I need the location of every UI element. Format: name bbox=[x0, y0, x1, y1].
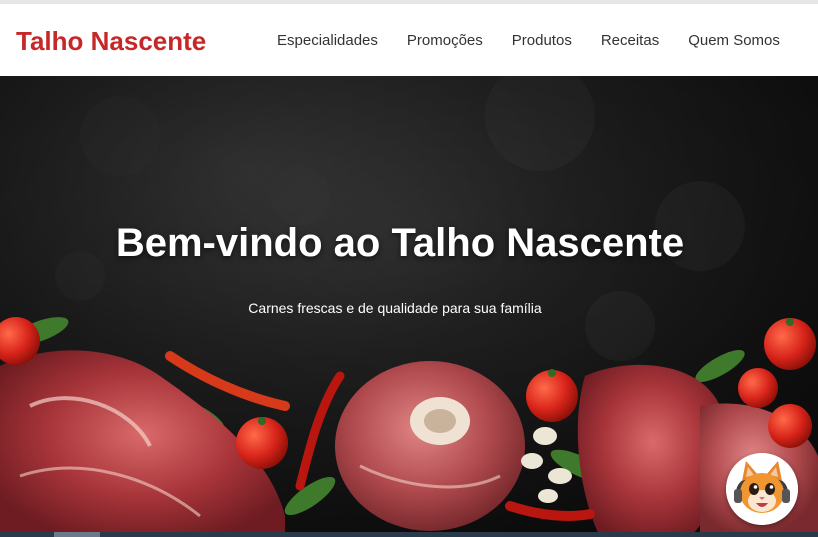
hero-title: Bem-vindo ao Talho Nascente bbox=[115, 221, 685, 265]
scrollbar-thumb[interactable] bbox=[54, 532, 100, 537]
nav-link-promocoes[interactable]: Promoções bbox=[407, 32, 483, 49]
site-header: Talho Nascente Especialidades Promoções … bbox=[0, 4, 818, 76]
nav-link-produtos[interactable]: Produtos bbox=[512, 32, 572, 49]
nav-link-especialidades[interactable]: Especialidades bbox=[277, 32, 378, 49]
nav-link-receitas[interactable]: Receitas bbox=[601, 32, 659, 49]
hero-banner: Bem-vindo ao Talho Nascente Carnes fresc… bbox=[0, 76, 818, 537]
brand-logo[interactable]: Talho Nascente bbox=[16, 26, 206, 57]
chat-widget-button[interactable] bbox=[726, 453, 798, 525]
cat-mascot-icon bbox=[726, 453, 798, 525]
horizontal-scrollbar[interactable] bbox=[0, 532, 818, 537]
nav-link-quem-somos[interactable]: Quem Somos bbox=[688, 32, 780, 49]
hero-subtitle: Carnes frescas e de qualidade para sua f… bbox=[248, 300, 542, 316]
main-nav: Especialidades Promoções Produtos Receit… bbox=[277, 32, 809, 49]
